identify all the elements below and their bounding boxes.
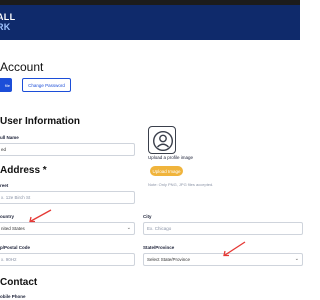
upload-image-button[interactable]: Upload Image [150,166,183,176]
user-information-heading: User Information [0,116,81,127]
upload-profile-image-label: Upload a profile image [148,155,194,160]
state-placeholder: Select State/Province [147,257,191,262]
chevron-down-icon: ⌄ [126,225,131,231]
chevron-down-icon: ⌄ [294,256,299,262]
country-value: nited States [1,226,25,231]
contact-heading: Contact [0,277,38,288]
logo-line-1: ALL [0,12,16,22]
postal-code-input[interactable]: x. 90H2 [0,253,135,266]
postal-code-label: p/Postal Code [0,245,31,250]
avatar [148,126,176,154]
city-input[interactable]: Ex. Chicago [143,222,303,235]
city-label: City [143,214,152,219]
address-heading: Address * [0,165,47,176]
browser-strip [0,0,300,5]
street-input[interactable]: x. 12e Birch St [0,191,135,204]
red-arrow [223,241,246,257]
user-icon [153,131,173,151]
profile-tab-button[interactable]: file [0,78,12,92]
full-name-label: ull Name [0,135,19,140]
top-header: ALL RK [0,0,300,40]
country-label: ountry [0,214,14,219]
mobile-phone-label: obile Phone [0,294,26,299]
logo-line-2: RK [0,22,11,32]
state-label: State/Province [143,245,175,250]
page-title: Account [0,60,44,74]
red-arrow [29,209,52,223]
logo[interactable]: ALL RK [0,13,25,32]
street-label: reet [0,183,9,188]
full-name-input[interactable]: ed [0,143,135,156]
country-select[interactable]: nited States ⌄ [0,222,135,235]
upload-note: Note: Only PNG, JPG files accepted. [148,182,214,187]
change-password-button[interactable]: Change Password [22,78,71,92]
